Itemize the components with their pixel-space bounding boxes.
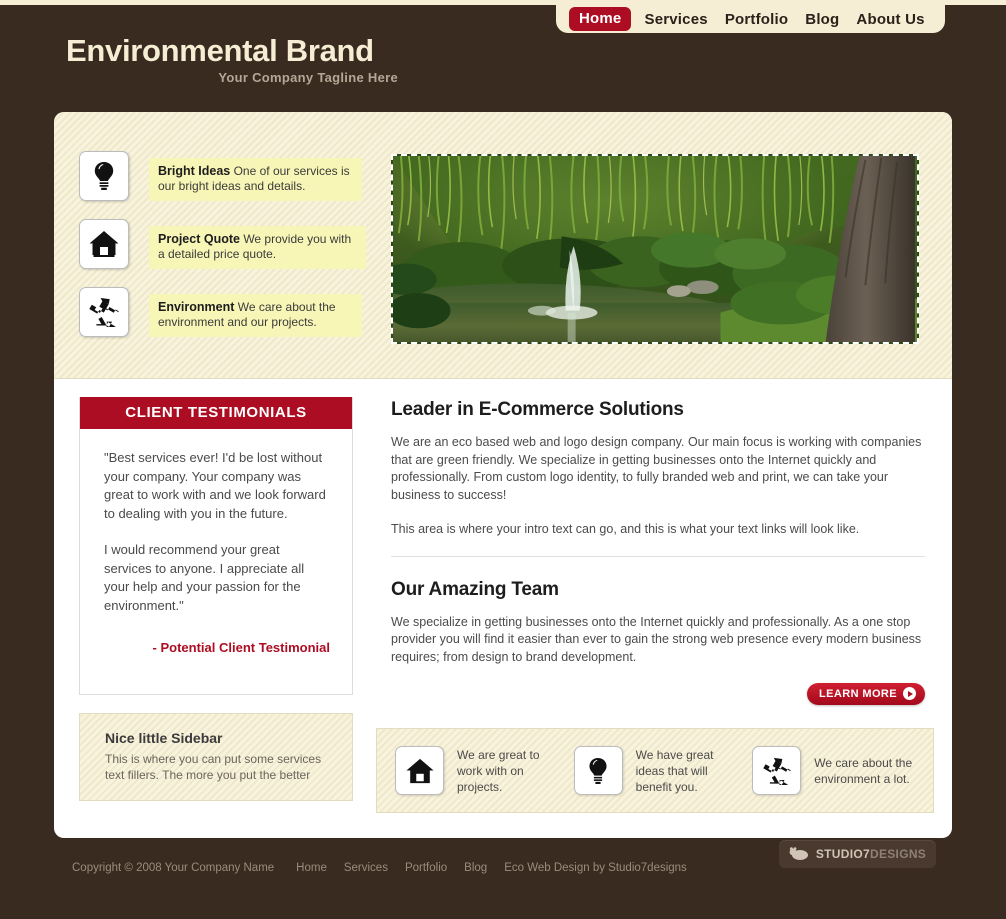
footer-link-services[interactable]: Services <box>344 862 388 874</box>
feature-title-project-quote: Project Quote <box>158 231 240 246</box>
promo-strip: We are great to work with on projects. W… <box>376 728 934 813</box>
badge-label-light: DESIGNS <box>869 847 927 861</box>
page-content-card: Bright Ideas One of our services is our … <box>54 112 952 838</box>
promo-item-environment[interactable]: We care about the environment a lot. <box>744 746 923 795</box>
testimonials-panel: CLIENT TESTIMONIALS "Best services ever!… <box>79 397 353 695</box>
sidebar-info-box: Nice little Sidebar This is where you ca… <box>79 712 353 801</box>
feature-row-project-quote[interactable]: Project Quote We provide you with a deta… <box>79 219 379 275</box>
badge-label: STUDIO7DESIGNS <box>816 847 926 861</box>
site-brand-title: Environmental Brand <box>66 33 374 68</box>
hero-section: Bright Ideas One of our services is our … <box>54 112 952 379</box>
feature-text-environment: Environment We care about the environmen… <box>149 293 362 337</box>
section-divider <box>391 555 925 557</box>
section-paragraph-team-1: We specialize in getting businesses onto… <box>391 614 922 664</box>
learn-more-wrapper: LEARN MORE <box>391 683 925 705</box>
recycle-icon <box>79 287 129 337</box>
footer-link-home[interactable]: Home <box>296 862 327 874</box>
learn-more-button[interactable]: LEARN MORE <box>807 683 925 705</box>
recycle-icon <box>752 746 802 795</box>
left-column: CLIENT TESTIMONIALS "Best services ever!… <box>79 397 353 801</box>
main-navigation: Home Services Portfolio Blog About Us <box>556 5 945 33</box>
feature-list: Bright Ideas One of our services is our … <box>79 151 379 355</box>
site-tagline: Your Company Tagline Here <box>218 70 398 85</box>
testimonial-quote-2: I would recommend your great services to… <box>104 542 305 613</box>
nav-item-blog[interactable]: Blog <box>805 11 839 28</box>
nav-item-about-us[interactable]: About Us <box>856 11 924 28</box>
house-icon <box>79 219 129 269</box>
testimonial-author: - Potential Client Testimonial <box>152 640 330 655</box>
hero-banner-image <box>391 154 919 344</box>
promo-item-projects[interactable]: We are great to work with on projects. <box>387 746 566 795</box>
play-arrow-icon <box>903 687 916 700</box>
lightbulb-icon <box>79 151 129 201</box>
footer-copyright: Copyright © 2008 Your Company Name <box>72 862 275 874</box>
promo-item-ideas[interactable]: We have great ideas that will benefit yo… <box>566 746 745 795</box>
learn-more-label: LEARN MORE <box>819 687 897 700</box>
nav-item-portfolio[interactable]: Portfolio <box>725 11 788 28</box>
bear-icon <box>789 847 808 860</box>
section-paragraph-ecommerce-2: This area is where your intro text can g… <box>391 522 860 536</box>
section-title-team: Our Amazing Team <box>391 578 559 600</box>
feature-row-environment[interactable]: Environment We care about the environmen… <box>79 287 379 343</box>
nav-item-home[interactable]: Home <box>569 7 632 31</box>
sidebar-box-text: This is where you can put some services … <box>105 751 322 782</box>
promo-text-environment: We care about the environment a lot. <box>814 755 913 786</box>
section-paragraph-ecommerce-1: We are an eco based web and logo design … <box>391 435 922 502</box>
badge-label-bold: STUDIO7 <box>815 847 870 861</box>
lightbulb-icon <box>573 746 623 795</box>
right-column: Leader in E-Commerce Solutions We are an… <box>391 399 925 705</box>
footer-links: Home Services Portfolio Blog Eco Web Des… <box>296 862 687 874</box>
feature-text-bright-ideas: Bright Ideas One of our services is our … <box>149 157 362 201</box>
testimonial-quote-1: "Best services ever! I'd be lost without… <box>104 450 326 521</box>
feature-row-bright-ideas[interactable]: Bright Ideas One of our services is our … <box>79 151 379 207</box>
promo-text-ideas: We have great ideas that will benefit yo… <box>635 747 714 794</box>
testimonials-body: "Best services ever! I'd be lost without… <box>80 429 352 694</box>
sidebar-box-title: Nice little Sidebar <box>105 729 223 746</box>
feature-title-bright-ideas: Bright Ideas <box>158 163 231 178</box>
footer-link-blog[interactable]: Blog <box>464 862 487 874</box>
feature-title-environment: Environment <box>158 299 235 314</box>
feature-text-project-quote: Project Quote We provide you with a deta… <box>149 225 366 269</box>
footer-link-credit[interactable]: Eco Web Design by Studio7designs <box>504 862 687 874</box>
section-title-ecommerce: Leader in E-Commerce Solutions <box>391 399 684 420</box>
nav-item-services[interactable]: Services <box>644 11 707 28</box>
house-icon <box>395 746 444 795</box>
testimonials-heading: CLIENT TESTIMONIALS <box>80 397 352 429</box>
studio7designs-badge[interactable]: STUDIO7DESIGNS <box>779 840 936 868</box>
footer-link-portfolio[interactable]: Portfolio <box>405 862 447 874</box>
promo-text-projects: We are great to work with on projects. <box>457 747 540 794</box>
